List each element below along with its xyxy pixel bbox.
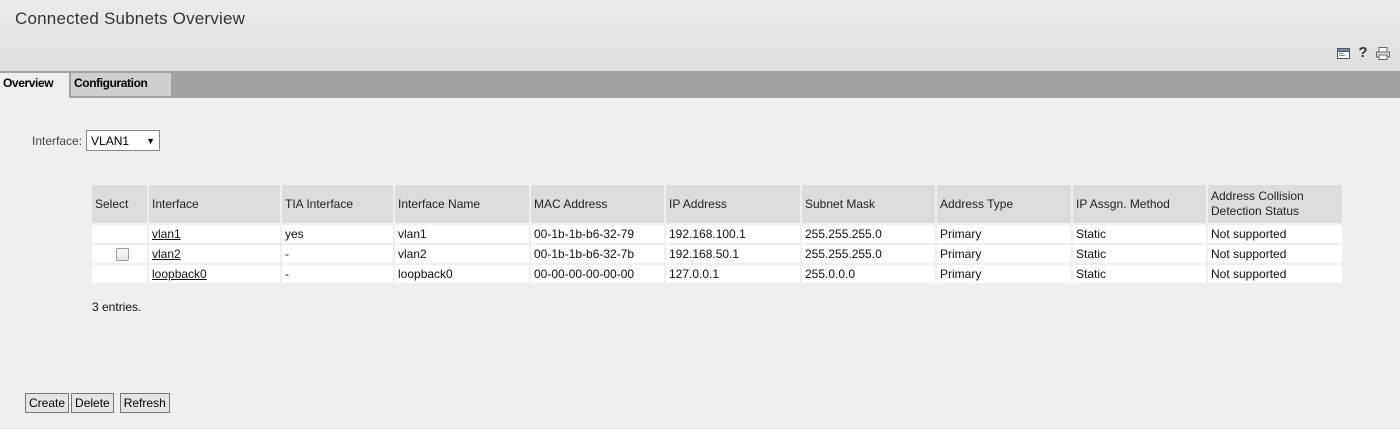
table-row: vlan2 - vlan2 00-1b-1b-b6-32-7b 192.168.…	[92, 245, 1342, 263]
col-address-type: Address Type	[937, 185, 1071, 223]
collision-cell: Not supported	[1208, 225, 1342, 243]
col-select: Select	[92, 185, 147, 223]
print-icon[interactable]	[1376, 46, 1390, 60]
method-cell: Static	[1073, 265, 1206, 283]
interface-name-cell: vlan1	[395, 225, 529, 243]
page-header: Connected Subnets Overview ?	[0, 0, 1400, 71]
col-ip-assign-method: IP Assgn. Method	[1073, 185, 1206, 223]
interface-select-value: VLAN1	[91, 133, 130, 148]
entries-count: 3 entries.	[92, 300, 142, 314]
row-select-cell	[92, 245, 147, 263]
refresh-button[interactable]: Refresh	[119, 393, 170, 413]
table-row: loopback0 - loopback0 00-00-00-00-00-00 …	[92, 265, 1342, 283]
interface-filter: Interface: VLAN1 ▼	[32, 130, 161, 151]
interface-name-cell: vlan2	[395, 245, 529, 263]
mac-cell: 00-00-00-00-00-00	[531, 265, 664, 283]
mac-cell: 00-1b-1b-b6-32-7b	[531, 245, 664, 263]
method-cell: Static	[1073, 225, 1206, 243]
action-buttons: Create Delete Refresh	[25, 393, 170, 413]
collision-cell: Not supported	[1208, 245, 1342, 263]
table-row: vlan1 yes vlan1 00-1b-1b-b6-32-79 192.16…	[92, 225, 1342, 243]
create-button[interactable]: Create	[25, 393, 70, 413]
interface-filter-label: Interface:	[32, 133, 83, 148]
col-ip-address: IP Address	[666, 185, 800, 223]
delete-button[interactable]: Delete	[71, 393, 114, 413]
row-checkbox[interactable]	[116, 248, 129, 262]
col-interface: Interface	[149, 185, 280, 223]
interface-link[interactable]: vlan1	[152, 227, 181, 241]
tia-cell: -	[282, 265, 393, 283]
method-cell: Static	[1073, 245, 1206, 263]
address-type-cell: Primary	[937, 265, 1071, 283]
mac-cell: 00-1b-1b-b6-32-79	[531, 225, 664, 243]
interface-link[interactable]: loopback0	[152, 267, 207, 281]
mask-cell: 255.255.255.0	[802, 225, 935, 243]
collision-cell: Not supported	[1208, 265, 1342, 283]
address-type-cell: Primary	[937, 245, 1071, 263]
ip-cell: 192.168.50.1	[666, 245, 800, 263]
help-icon[interactable]: ?	[1356, 45, 1370, 60]
row-select-cell	[92, 265, 147, 283]
table-header-row: Select Interface TIA Interface Interface…	[92, 185, 1342, 223]
interface-select[interactable]: VLAN1 ▼	[86, 130, 161, 151]
subnets-table: Select Interface TIA Interface Interface…	[90, 183, 1344, 285]
col-collision-status: Address Collision Detection Status	[1208, 185, 1342, 223]
tia-cell: yes	[282, 225, 393, 243]
ip-cell: 127.0.0.1	[666, 265, 800, 283]
interface-link[interactable]: vlan2	[152, 247, 181, 261]
col-mac-address: MAC Address	[531, 185, 664, 223]
col-subnet-mask: Subnet Mask	[802, 185, 935, 223]
address-type-cell: Primary	[937, 225, 1071, 243]
window-icon[interactable]	[1336, 46, 1350, 60]
mask-cell: 255.255.255.0	[802, 245, 935, 263]
tia-cell: -	[282, 245, 393, 263]
chevron-down-icon: ▼	[146, 135, 156, 146]
header-toolbar: ?	[1336, 45, 1390, 60]
interface-name-cell: loopback0	[395, 265, 529, 283]
tab-overview[interactable]: Overview	[0, 73, 69, 98]
col-interface-name: Interface Name	[395, 185, 529, 223]
tab-configuration[interactable]: Configuration	[71, 73, 171, 96]
page-title: Connected Subnets Overview	[15, 9, 246, 28]
row-select-cell	[92, 225, 147, 243]
col-tia-interface: TIA Interface	[282, 185, 393, 223]
mask-cell: 255.0.0.0	[802, 265, 935, 283]
tab-bar: Overview Configuration	[0, 71, 1400, 98]
ip-cell: 192.168.100.1	[666, 225, 800, 243]
